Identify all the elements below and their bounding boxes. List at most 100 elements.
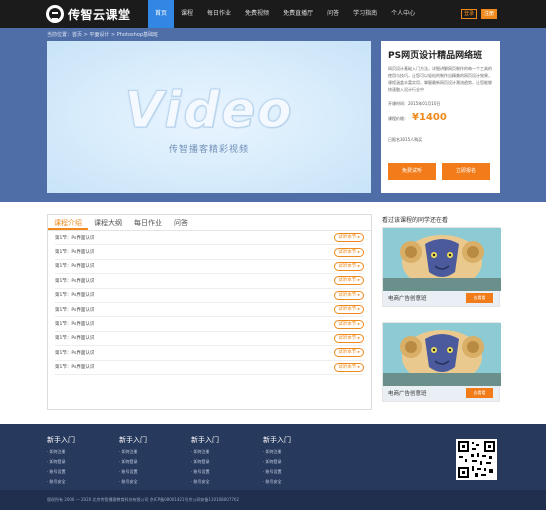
qr-code (456, 439, 497, 480)
list-item: 第1节：Ps界面认识 试听本节 ▸ (55, 274, 364, 289)
list-item: 第1节：Ps界面认识 试听本节 ▸ (55, 289, 364, 303)
ram-illustration-icon (383, 228, 501, 291)
preview-lesson-button[interactable]: 试听本节 ▸ (334, 305, 364, 315)
footer-link[interactable]: 如何注册 (191, 449, 219, 455)
course-thumbnail (383, 228, 501, 291)
preview-lesson-button[interactable]: 试听本节 ▸ (334, 276, 364, 286)
related-course-caption: 电商广告创意班 (388, 391, 427, 397)
footer-column-title: 新手入门 (263, 436, 291, 444)
footer-link[interactable]: 如何注册 (47, 449, 75, 455)
lesson-title[interactable]: 第1节：Ps界面认识 (55, 307, 94, 313)
view-course-button[interactable]: 去看看 (466, 388, 493, 398)
footer-link[interactable]: 账号安全 (263, 479, 291, 485)
list-item: 第1节：Ps界面认识 试听本节 ▸ (55, 303, 364, 318)
list-item: 第1节：Ps界面认识 试听本节 ▸ (55, 361, 364, 375)
nav-item-qa[interactable]: 问答 (320, 0, 346, 28)
footer-link[interactable]: 如何登录 (47, 459, 75, 465)
course-hero: 当前位置：首页 > 平面设计 > Photoshop基础班 Video 传智播客… (0, 28, 546, 202)
list-item: 第1节：Ps界面认识 试听本节 ▸ (55, 231, 364, 246)
list-item: 第1节：Ps界面认识 试听本节 ▸ (55, 346, 364, 361)
free-trial-button[interactable]: 免费试听 (388, 163, 436, 180)
preview-lesson-button[interactable]: 试听本节 ▸ (334, 333, 364, 343)
preview-lesson-button[interactable]: 试听本节 ▸ (334, 348, 364, 358)
logo-icon (46, 5, 64, 23)
preview-lesson-button[interactable]: 试听本节 ▸ (334, 362, 364, 372)
copyright: 版权所有 2006 — 2020 北京传智播客教育科技有限公司 京ICP备080… (0, 490, 546, 510)
course-tabs: 课程介绍 课程大纲 每日作业 问答 (48, 215, 371, 231)
login-button[interactable]: 登录 (461, 9, 477, 19)
tab-syllabus[interactable]: 课程大纲 (88, 215, 128, 230)
footer-link[interactable]: 账号安全 (47, 479, 75, 485)
course-detail-panel: 课程介绍 课程大纲 每日作业 问答 第1节：Ps界面认识 试听本节 ▸ 第1节：P… (47, 214, 372, 410)
nav-item-personal-center[interactable]: 个人中心 (384, 0, 422, 28)
enroll-button[interactable]: 立即报名 (442, 163, 490, 180)
preview-lesson-button[interactable]: 试听本节 ▸ (334, 290, 364, 300)
list-item: 第1节：Ps界面认识 试听本节 ▸ (55, 317, 364, 332)
video-player[interactable]: Video 传智播客精彩视频 (47, 41, 371, 193)
related-courses-title: 看过该课程的同学还在看 (382, 217, 449, 224)
nav-item-study-guide[interactable]: 学习指南 (346, 0, 384, 28)
preview-lesson-button[interactable]: 试听本节 ▸ (334, 319, 364, 329)
tab-daily-homework[interactable]: 每日作业 (128, 215, 168, 230)
related-course-card[interactable]: 电商广告创意班 去看看 (382, 322, 501, 402)
course-actions: 免费试听 立即报名 (388, 163, 490, 180)
footer-link[interactable]: 账号安全 (119, 479, 147, 485)
nav-item-free-live[interactable]: 免费直播厅 (276, 0, 320, 28)
video-placeholder-subtitle: 传智播客精彩视频 (168, 145, 249, 155)
top-navbar: 传智云课堂 首页 课程 每日作业 免费视频 免费直播厅 问答 学习指南 个人中心… (0, 0, 546, 28)
main-nav: 首页 课程 每日作业 免费视频 免费直播厅 问答 学习指南 个人中心 (148, 0, 422, 28)
nav-item-free-videos[interactable]: 免费视频 (238, 0, 276, 28)
lesson-title[interactable]: 第1节：Ps界面认识 (55, 350, 94, 356)
footer-column: 新手入门 如何注册 如何登录 账号设置 账号安全 (191, 435, 219, 485)
course-title: PS网页设计精品网络班 (388, 51, 483, 61)
course-info-card: PS网页设计精品网络班 网页设计基础入门方法，详细讲解网页制作的每一个工具的使用… (381, 41, 500, 193)
price-label: 课程价格： (388, 116, 408, 121)
footer-link[interactable]: 如何注册 (119, 449, 147, 455)
price-row: 课程价格： ¥1400 (388, 112, 493, 123)
lesson-list: 第1节：Ps界面认识 试听本节 ▸ 第1节：Ps界面认识 试听本节 ▸ 第1节：Ps… (48, 231, 371, 375)
video-placeholder-title: Video (124, 81, 294, 140)
nav-item-daily-homework[interactable]: 每日作业 (200, 0, 238, 28)
preview-lesson-button[interactable]: 试听本节 ▸ (334, 233, 364, 243)
course-start-date: 开课时间：2015年01月10日 (388, 101, 441, 106)
list-item: 第1节：Ps界面认识 试听本节 ▸ (55, 245, 364, 260)
nav-item-home[interactable]: 首页 (148, 0, 175, 28)
footer-link[interactable]: 账号设置 (191, 469, 219, 475)
logo-text: 传智云课堂 (68, 7, 131, 22)
course-description: 网页设计基础入门方法，详细讲解网页制作的每一个工具的使用与技巧，让您可以轻松的制… (388, 66, 492, 92)
related-course-caption: 电商广告创意班 (388, 296, 427, 302)
related-course-card[interactable]: 电商广告创意班 去看看 (382, 227, 501, 307)
preview-lesson-button[interactable]: 试听本节 ▸ (334, 247, 364, 257)
lesson-title[interactable]: 第1节：Ps界面认识 (55, 278, 94, 284)
footer-link[interactable]: 如何注册 (263, 449, 291, 455)
footer-column-title: 新手入门 (191, 436, 219, 444)
lesson-title[interactable]: 第1节：Ps界面认识 (55, 335, 94, 341)
lesson-title[interactable]: 第1节：Ps界面认识 (55, 249, 94, 255)
preview-lesson-button[interactable]: 试听本节 ▸ (334, 261, 364, 271)
register-button[interactable]: 注册 (481, 9, 497, 19)
view-course-button[interactable]: 去看看 (466, 293, 493, 303)
footer-link[interactable]: 如何登录 (119, 459, 147, 465)
qr-code-icon (456, 439, 497, 480)
footer-column-title: 新手入门 (119, 436, 147, 444)
footer-column: 新手入门 如何注册 如何登录 账号设置 账号安全 (47, 435, 75, 485)
tab-course-intro[interactable]: 课程介绍 (48, 215, 88, 230)
lesson-title[interactable]: 第1节：Ps界面认识 (55, 292, 94, 298)
footer-link[interactable]: 账号设置 (119, 469, 147, 475)
footer-link[interactable]: 账号设置 (263, 469, 291, 475)
footer-link[interactable]: 如何登录 (191, 459, 219, 465)
breadcrumb: 当前位置：首页 > 平面设计 > Photoshop基础班 (47, 32, 159, 38)
footer-link[interactable]: 账号安全 (191, 479, 219, 485)
nav-item-courses[interactable]: 课程 (174, 0, 200, 28)
site-logo[interactable]: 传智云课堂 (46, 5, 131, 23)
tab-qa[interactable]: 问答 (168, 215, 194, 230)
lesson-title[interactable]: 第1节：Ps界面认识 (55, 364, 94, 370)
course-price: ¥1400 (412, 112, 447, 123)
enrolled-count: 已报名3015人购买 (388, 137, 423, 142)
footer-link[interactable]: 账号设置 (47, 469, 75, 475)
lesson-title[interactable]: 第1节：Ps界面认识 (55, 235, 94, 241)
footer-link[interactable]: 如何登录 (263, 459, 291, 465)
site-footer: 新手入门 如何注册 如何登录 账号设置 账号安全 新手入门 如何注册 如何登录 … (0, 424, 546, 498)
lesson-title[interactable]: 第1节：Ps界面认识 (55, 321, 94, 327)
lesson-title[interactable]: 第1节：Ps界面认识 (55, 263, 94, 269)
